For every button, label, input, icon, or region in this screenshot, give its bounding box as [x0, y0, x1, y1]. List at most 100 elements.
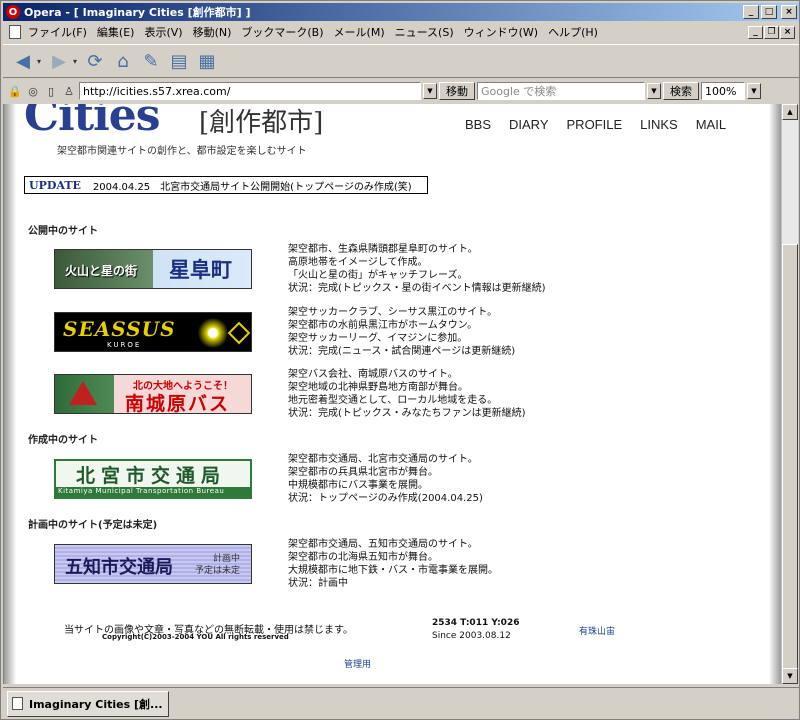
- desc-line: 架空バス会社、南城原バスのサイト。: [288, 369, 458, 380]
- update-label: UPDATE: [29, 178, 81, 192]
- user-mode-icon[interactable]: ♙: [61, 83, 77, 99]
- banner-minamishirohara-bus[interactable]: 北の大地へようこそ！ 南城原バス: [54, 374, 252, 414]
- desc-line: 架空地域の北神県野島地方南部が舞台。: [288, 382, 468, 393]
- search-engine-dropdown-icon[interactable]: ▼: [647, 83, 661, 99]
- admin-link[interactable]: 管理用: [344, 657, 371, 670]
- footer-copyright: Copyright(C)2003-2004 YOU All rights res…: [102, 633, 289, 641]
- mdi-minimize-button[interactable]: _: [748, 25, 763, 39]
- site-tagline: 架空都市関連サイトの創作と、都市設定を楽しむサイト: [57, 146, 307, 157]
- menu-bar: ファイル(F) 編集(E) 表示(V) 移動(N) ブックマーク(B) メール(…: [3, 22, 799, 42]
- desc-line: 状況：トップページのみ作成(2004.04.25): [288, 493, 483, 504]
- page-shadow-right: [769, 104, 781, 684]
- site-desc-kitamiya: 架空都市交通局、北宮市交通局のサイト。 架空都市の兵具県北宮市が舞台。 中規模都…: [288, 453, 588, 505]
- back-icon[interactable]: ◀: [9, 47, 37, 75]
- desc-line: 架空都市交通局、北宮市交通局のサイト。: [288, 454, 478, 465]
- site-desc-seassus: 架空サッカークラブ、シーサス黒江のサイト。 架空都市の水前県黒江市がホームタウン…: [288, 306, 588, 358]
- banner-gochi-note: 予定は未定: [195, 566, 241, 576]
- maximize-button[interactable]: □: [761, 5, 777, 19]
- menu-edit[interactable]: 編集(E): [92, 24, 140, 40]
- nav-mail-link[interactable]: MAIL: [696, 117, 726, 132]
- sun-emblem-icon: [195, 315, 231, 351]
- page-content: Cities [創作都市] 架空都市関連サイトの創作と、都市設定を楽しむサイト …: [3, 104, 781, 684]
- desc-line: 架空都市の水前県黒江市がホームタウン。: [288, 320, 478, 331]
- search-button[interactable]: 検索: [663, 82, 699, 100]
- search-input[interactable]: Google で検索: [477, 82, 645, 100]
- banner-gochi-name: 五知市交通局: [65, 557, 173, 578]
- banner-seassus-name: SEASSUS: [63, 317, 176, 341]
- vertical-scrollbar[interactable]: ▲ ▼: [781, 104, 798, 684]
- nav-links-link[interactable]: LINKS: [640, 117, 678, 132]
- minimize-button[interactable]: _: [743, 5, 759, 19]
- go-button[interactable]: 移動: [439, 82, 475, 100]
- menu-news[interactable]: ニュース(S): [390, 24, 459, 40]
- reload-icon[interactable]: ⟳: [81, 47, 109, 75]
- page-info-icon[interactable]: ▯: [43, 83, 59, 99]
- bookmark-icon[interactable]: ▦: [193, 47, 221, 75]
- menu-help[interactable]: ヘルプ(H): [543, 24, 603, 40]
- nav-profile-link[interactable]: PROFILE: [567, 117, 623, 132]
- security-icon[interactable]: 🔒: [7, 83, 23, 99]
- zoom-dropdown-icon[interactable]: ▼: [747, 83, 761, 99]
- section-title-in-progress: 作成中のサイト: [28, 435, 98, 446]
- navigation-toolbar: ◀ ▾ ▶ ▾ ⟳ ⌂ ✎ ▤ ▦: [3, 44, 799, 78]
- desc-line: 状況：完成(トピックス・星の街イベント情報は更新継続): [288, 283, 546, 294]
- mdi-restore-button[interactable]: ❐: [764, 25, 779, 39]
- banner-bus-name: 南城原バス: [125, 393, 231, 414]
- menu-file[interactable]: ファイル(F): [23, 24, 92, 40]
- zoom-select[interactable]: 100%: [701, 82, 745, 100]
- site-logo: Cities: [24, 104, 161, 141]
- page-shadow-left: [4, 104, 16, 684]
- scroll-down-icon[interactable]: ▼: [782, 668, 798, 684]
- banner-seassus[interactable]: SEASSUS KUROE: [54, 312, 252, 352]
- nav-diary-link[interactable]: DIARY: [509, 117, 549, 132]
- mdi-close-button[interactable]: ×: [780, 25, 795, 39]
- print-icon[interactable]: ▤: [165, 47, 193, 75]
- cookie-icon[interactable]: ◎: [25, 83, 41, 99]
- window-title: Opera - [ Imaginary Cities [創作都市] ]: [24, 6, 251, 19]
- update-text: 2004.04.25 北宮市交通局サイト公開開始(トップページのみ作成(笑): [92, 181, 412, 193]
- address-dropdown-icon[interactable]: ▼: [423, 83, 437, 99]
- desc-line: 地元密着型交通として、ローカル地域を走る。: [288, 395, 498, 406]
- access-counter: 2534 T:011 Y:026: [432, 618, 520, 628]
- back-history-dropdown-icon[interactable]: ▾: [37, 57, 45, 66]
- menu-mail[interactable]: メール(M): [329, 24, 390, 40]
- menu-navigation[interactable]: 移動(N): [188, 24, 237, 40]
- menu-bookmarks[interactable]: ブックマーク(B): [236, 24, 328, 40]
- opera-logo-icon: O: [6, 5, 20, 19]
- window-tab-bar: Imaginary Cities [創...: [3, 687, 799, 719]
- window-tab[interactable]: Imaginary Cities [創...: [7, 690, 169, 717]
- banner-kitamiya-transport[interactable]: 北宮市交通局 Kitamiya Municipal Transportation…: [54, 459, 252, 499]
- since-date: Since 2003.08.12: [432, 631, 511, 641]
- document-icon: [9, 25, 21, 39]
- menu-window[interactable]: ウィンドウ(W): [459, 24, 543, 40]
- scroll-up-icon[interactable]: ▲: [782, 104, 798, 120]
- banner-seifuchou[interactable]: 火山と星の街 星阜町: [54, 249, 252, 289]
- hotlist-icon[interactable]: ✎: [137, 47, 165, 75]
- banner-gochi-transport[interactable]: 五知市交通局 計画中 予定は未定: [54, 544, 252, 584]
- site-desc-minamishirohara: 架空バス会社、南城原バスのサイト。 架空地域の北神県野島地方南部が舞台。 地元密…: [288, 368, 588, 420]
- site-navigation: BBS DIARY PROFILE LINKS MAIL: [465, 117, 726, 132]
- desc-line: 大規模都市に地下鉄・バス・市電事業を展開。: [288, 565, 498, 576]
- window-tab-title: Imaginary Cities [創...: [29, 697, 163, 711]
- forward-icon[interactable]: ▶: [45, 47, 73, 75]
- nav-bbs-link[interactable]: BBS: [465, 117, 491, 132]
- address-input[interactable]: http://icities.s57.xrea.com/: [79, 82, 421, 100]
- desc-line: 高原地帯をイメージして作成。: [288, 257, 428, 268]
- section-title-public: 公開中のサイト: [28, 226, 98, 237]
- site-desc-gochi: 架空都市交通局、五知市交通局のサイト。 架空都市の北海県五知市が舞台。 大規模都…: [288, 538, 588, 590]
- desc-line: 架空サッカークラブ、シーサス黒江のサイト。: [288, 307, 498, 318]
- address-toolbar: 🔒 ◎ ▯ ♙ http://icities.s57.xrea.com/ ▼ 移…: [3, 80, 799, 102]
- menu-view[interactable]: 表示(V): [139, 24, 187, 40]
- update-notice: UPDATE 2004.04.25 北宮市交通局サイト公開開始(トップページのみ…: [24, 176, 428, 194]
- close-button[interactable]: ×: [781, 5, 797, 19]
- home-icon[interactable]: ⌂: [109, 47, 137, 75]
- banner-seifuchou-catch: 火山と星の街: [65, 264, 138, 278]
- author-link[interactable]: 有珠山宙: [579, 624, 615, 637]
- scrollbar-thumb[interactable]: [782, 244, 798, 674]
- forward-history-dropdown-icon[interactable]: ▾: [73, 57, 81, 66]
- banner-kitamiya-english: Kitamiya Municipal Transportation Bureau: [58, 487, 225, 495]
- site-desc-seifuchou: 架空都市、生森県隣頭郡星阜町のサイト。 高原地帯をイメージして作成。 「火山と星…: [288, 243, 588, 295]
- desc-line: 架空都市、生森県隣頭郡星阜町のサイト。: [288, 244, 478, 255]
- desc-line: 架空サッカーリーグ、イマジンに参加。: [288, 333, 468, 344]
- title-bar: O Opera - [ Imaginary Cities [創作都市] ] _ …: [3, 3, 799, 21]
